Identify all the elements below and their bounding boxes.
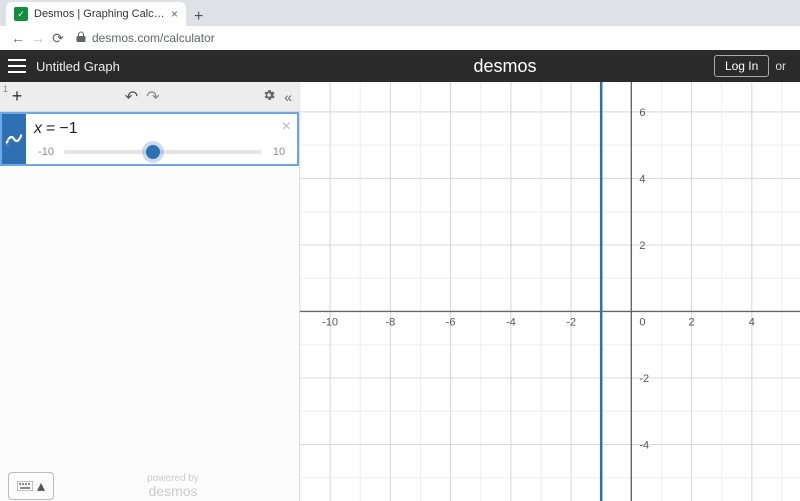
svg-text:-4: -4 [506,316,516,328]
or-label: or [775,59,786,73]
slider[interactable]: -10 10 [34,146,291,158]
lock-icon [76,31,86,46]
redo-button[interactable]: ↷ [142,87,163,107]
svg-text:2: 2 [639,240,645,252]
brand-logo: desmos [296,56,714,77]
tab-strip: ✓ Desmos | Graphing Calculator × + [0,0,800,26]
expression-input[interactable]: x=−1 [34,118,291,140]
new-tab-button[interactable]: + [186,8,211,26]
app-header: Untitled Graph desmos Log In or [0,50,800,82]
login-button[interactable]: Log In [714,55,769,77]
address-bar: ← → ⟳ desmos.com/calculator [0,26,800,50]
forward-button[interactable]: → [28,30,48,46]
sidebar-footer: ▴ powered by desmos [0,471,300,501]
svg-text:-2: -2 [566,316,576,328]
slider-handle[interactable] [146,145,160,159]
slider-min[interactable]: -10 [34,146,58,158]
back-button[interactable]: ← [8,30,28,46]
svg-text:-4: -4 [639,439,649,451]
svg-text:4: 4 [749,316,755,328]
graph-canvas[interactable]: -10 -8 -6 -4 -2 2 4 -4 -2 2 4 6 0 [300,82,800,501]
svg-text:2: 2 [689,316,695,328]
svg-text:-10: -10 [322,316,338,328]
add-expression-button[interactable]: + [6,86,28,107]
graph-title[interactable]: Untitled Graph [36,59,296,74]
desmos-favicon: ✓ [14,7,28,21]
row-index: 1 [3,84,8,94]
reload-button[interactable]: ⟳ [48,30,68,47]
expression-toolbar: + ↶ ↷ « [0,82,300,112]
expression-sidebar: + ↶ ↷ « 1 × x=−1 -10 [0,82,300,501]
keypad-toggle[interactable]: ▴ [8,472,54,500]
url-field[interactable]: desmos.com/calculator [76,31,792,46]
hamburger-icon[interactable] [8,59,26,73]
row-index-next: 2 [5,138,10,148]
svg-text:6: 6 [639,107,645,119]
svg-text:-8: -8 [385,316,395,328]
svg-text:-2: -2 [639,373,649,385]
browser-tab[interactable]: ✓ Desmos | Graphing Calculator × [6,2,186,26]
svg-text:4: 4 [639,173,645,185]
powered-by: powered by desmos [54,474,292,498]
svg-text:0: 0 [639,316,645,328]
undo-button[interactable]: ↶ [121,87,142,107]
tab-close-icon[interactable]: × [171,7,178,21]
expression-row[interactable]: × x=−1 -10 10 [0,112,299,166]
svg-text:-6: -6 [446,316,456,328]
slider-track[interactable] [64,150,261,154]
chevron-up-icon: ▴ [37,476,45,496]
tab-title: Desmos | Graphing Calculator [34,8,165,20]
graph-svg: -10 -8 -6 -4 -2 2 4 -4 -2 2 4 6 0 [300,82,800,501]
browser-chrome: ✓ Desmos | Graphing Calculator × + ← → ⟳… [0,0,800,50]
url-text: desmos.com/calculator [92,31,215,45]
delete-expression-icon[interactable]: × [282,118,291,136]
collapse-sidebar-icon[interactable]: « [282,89,294,105]
slider-max[interactable]: 10 [267,146,291,158]
settings-icon[interactable] [256,88,282,105]
